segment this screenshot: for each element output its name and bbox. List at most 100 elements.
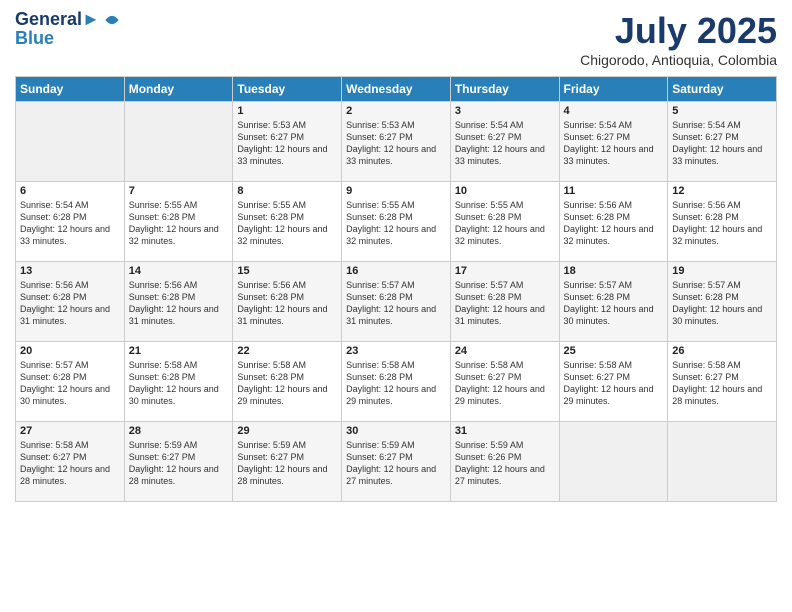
cell-4-3: 30Sunrise: 5:59 AMSunset: 6:27 PMDayligh… [342,422,451,502]
logo-text: General► [15,10,100,30]
cell-text: Sunrise: 5:57 AMSunset: 6:28 PMDaylight:… [672,279,772,328]
cell-4-2: 29 Sunrise: 5:59 AMSunset: 6:27 PMDayligh… [233,422,342,502]
week-row-2: 13Sunrise: 5:56 AMSunset: 6:28 PMDayligh… [16,262,777,342]
day-number: 3 [455,105,555,117]
day-number: 29 [237,425,337,437]
day-number: 21 [129,345,229,357]
cell-1-3: 9 Sunrise: 5:55 AMSunset: 6:28 PMDaylight… [342,182,451,262]
col-thursday: Thursday [450,77,559,102]
cell-text: Sunrise: 5:53 AMSunset: 6:27 PMDaylight:… [346,119,446,168]
day-number: 7 [129,185,229,197]
cell-0-1 [124,102,233,182]
cell-1-0: 6 Sunrise: 5:54 AMSunset: 6:28 PMDaylight… [16,182,125,262]
cell-0-0 [16,102,125,182]
cell-1-1: 7 Sunrise: 5:55 AMSunset: 6:28 PMDaylight… [124,182,233,262]
cell-text: Sunrise: 5:54 AMSunset: 6:27 PMDaylight:… [455,119,555,168]
cell-text: Sunrise: 5:58 AMSunset: 6:27 PMDaylight:… [672,359,772,408]
cell-0-6: 5Sunrise: 5:54 AMSunset: 6:27 PMDaylight… [668,102,777,182]
week-row-0: 1 Sunrise: 5:53 AMSunset: 6:27 PMDaylight… [16,102,777,182]
day-number: 27 [20,425,120,437]
cell-text: Sunrise: 5:55 AMSunset: 6:28 PMDaylight:… [346,199,446,248]
day-number: 26 [672,345,772,357]
cell-2-6: 19Sunrise: 5:57 AMSunset: 6:28 PMDayligh… [668,262,777,342]
day-number: 17 [455,265,555,277]
cell-text: Sunrise: 5:58 AMSunset: 6:27 PMDaylight:… [564,359,664,408]
cell-1-4: 10Sunrise: 5:55 AMSunset: 6:28 PMDayligh… [450,182,559,262]
cell-0-3: 2 Sunrise: 5:53 AMSunset: 6:27 PMDaylight… [342,102,451,182]
col-wednesday: Wednesday [342,77,451,102]
col-sunday: Sunday [16,77,125,102]
header: General► Blue July 2025 Chigorodo, Antio… [15,10,777,68]
day-number: 20 [20,345,120,357]
day-number: 24 [455,345,555,357]
cell-2-3: 16Sunrise: 5:57 AMSunset: 6:28 PMDayligh… [342,262,451,342]
cell-3-5: 25 Sunrise: 5:58 AMSunset: 6:27 PMDayligh… [559,342,668,422]
cell-text: Sunrise: 5:55 AMSunset: 6:28 PMDaylight:… [129,199,229,248]
cell-text: Sunrise: 5:56 AMSunset: 6:28 PMDaylight:… [564,199,664,248]
cell-2-1: 14Sunrise: 5:56 AMSunset: 6:28 PMDayligh… [124,262,233,342]
day-number: 15 [237,265,337,277]
col-friday: Friday [559,77,668,102]
week-row-1: 6 Sunrise: 5:54 AMSunset: 6:28 PMDaylight… [16,182,777,262]
cell-1-5: 11Sunrise: 5:56 AMSunset: 6:28 PMDayligh… [559,182,668,262]
col-saturday: Saturday [668,77,777,102]
cell-text: Sunrise: 5:58 AMSunset: 6:27 PMDaylight:… [20,439,120,488]
cell-3-1: 21Sunrise: 5:58 AMSunset: 6:28 PMDayligh… [124,342,233,422]
cell-text: Sunrise: 5:57 AMSunset: 6:28 PMDaylight:… [455,279,555,328]
cell-0-5: 4 Sunrise: 5:54 AMSunset: 6:27 PMDaylight… [559,102,668,182]
day-number: 5 [672,105,772,117]
day-number: 28 [129,425,229,437]
cell-4-4: 31 Sunrise: 5:59 AMSunset: 6:26 PMDayligh… [450,422,559,502]
page: General► Blue July 2025 Chigorodo, Antio… [0,0,792,612]
cell-text: Sunrise: 5:59 AMSunset: 6:27 PMDaylight:… [129,439,229,488]
day-number: 16 [346,265,446,277]
day-number: 23 [346,345,446,357]
cell-3-3: 23 Sunrise: 5:58 AMSunset: 6:28 PMDayligh… [342,342,451,422]
logo-blue: Blue [15,28,122,49]
cell-2-0: 13Sunrise: 5:56 AMSunset: 6:28 PMDayligh… [16,262,125,342]
cell-4-0: 27 Sunrise: 5:58 AMSunset: 6:27 PMDayligh… [16,422,125,502]
cell-text: Sunrise: 5:58 AMSunset: 6:27 PMDaylight:… [455,359,555,408]
cell-text: Sunrise: 5:56 AMSunset: 6:28 PMDaylight:… [20,279,120,328]
cell-text: Sunrise: 5:54 AMSunset: 6:27 PMDaylight:… [564,119,664,168]
col-tuesday: Tuesday [233,77,342,102]
cell-text: Sunrise: 5:55 AMSunset: 6:28 PMDaylight:… [237,199,337,248]
cell-text: Sunrise: 5:56 AMSunset: 6:28 PMDaylight:… [237,279,337,328]
cell-2-2: 15 Sunrise: 5:56 AMSunset: 6:28 PMDayligh… [233,262,342,342]
day-number: 2 [346,105,446,117]
title-block: July 2025 Chigorodo, Antioquia, Colombia [580,10,777,68]
cell-text: Sunrise: 5:56 AMSunset: 6:28 PMDaylight:… [129,279,229,328]
cell-3-4: 24 Sunrise: 5:58 AMSunset: 6:27 PMDayligh… [450,342,559,422]
cell-4-6 [668,422,777,502]
cell-4-1: 28 Sunrise: 5:59 AMSunset: 6:27 PMDayligh… [124,422,233,502]
day-number: 9 [346,185,446,197]
logo: General► Blue [15,10,122,49]
calendar: Sunday Monday Tuesday Wednesday Thursday… [15,76,777,502]
cell-2-4: 17 Sunrise: 5:57 AMSunset: 6:28 PMDayligh… [450,262,559,342]
day-number: 18 [564,265,664,277]
subtitle: Chigorodo, Antioquia, Colombia [580,52,777,68]
cell-text: Sunrise: 5:54 AMSunset: 6:28 PMDaylight:… [20,199,120,248]
cell-text: Sunrise: 5:58 AMSunset: 6:28 PMDaylight:… [237,359,337,408]
main-title: July 2025 [580,10,777,52]
day-number: 31 [455,425,555,437]
day-number: 8 [237,185,337,197]
day-number: 4 [564,105,664,117]
cell-text: Sunrise: 5:59 AMSunset: 6:26 PMDaylight:… [455,439,555,488]
day-number: 1 [237,105,337,117]
cell-1-6: 12 Sunrise: 5:56 AMSunset: 6:28 PMDayligh… [668,182,777,262]
day-number: 6 [20,185,120,197]
cell-text: Sunrise: 5:58 AMSunset: 6:28 PMDaylight:… [346,359,446,408]
cell-text: Sunrise: 5:56 AMSunset: 6:28 PMDaylight:… [672,199,772,248]
cell-2-5: 18 Sunrise: 5:57 AMSunset: 6:28 PMDayligh… [559,262,668,342]
day-number: 12 [672,185,772,197]
col-monday: Monday [124,77,233,102]
cell-text: Sunrise: 5:57 AMSunset: 6:28 PMDaylight:… [20,359,120,408]
cell-text: Sunrise: 5:59 AMSunset: 6:27 PMDaylight:… [237,439,337,488]
logo-icon [102,10,122,30]
cell-text: Sunrise: 5:57 AMSunset: 6:28 PMDaylight:… [564,279,664,328]
cell-3-2: 22Sunrise: 5:58 AMSunset: 6:28 PMDayligh… [233,342,342,422]
day-number: 25 [564,345,664,357]
cell-text: Sunrise: 5:55 AMSunset: 6:28 PMDaylight:… [455,199,555,248]
cell-text: Sunrise: 5:59 AMSunset: 6:27 PMDaylight:… [346,439,446,488]
